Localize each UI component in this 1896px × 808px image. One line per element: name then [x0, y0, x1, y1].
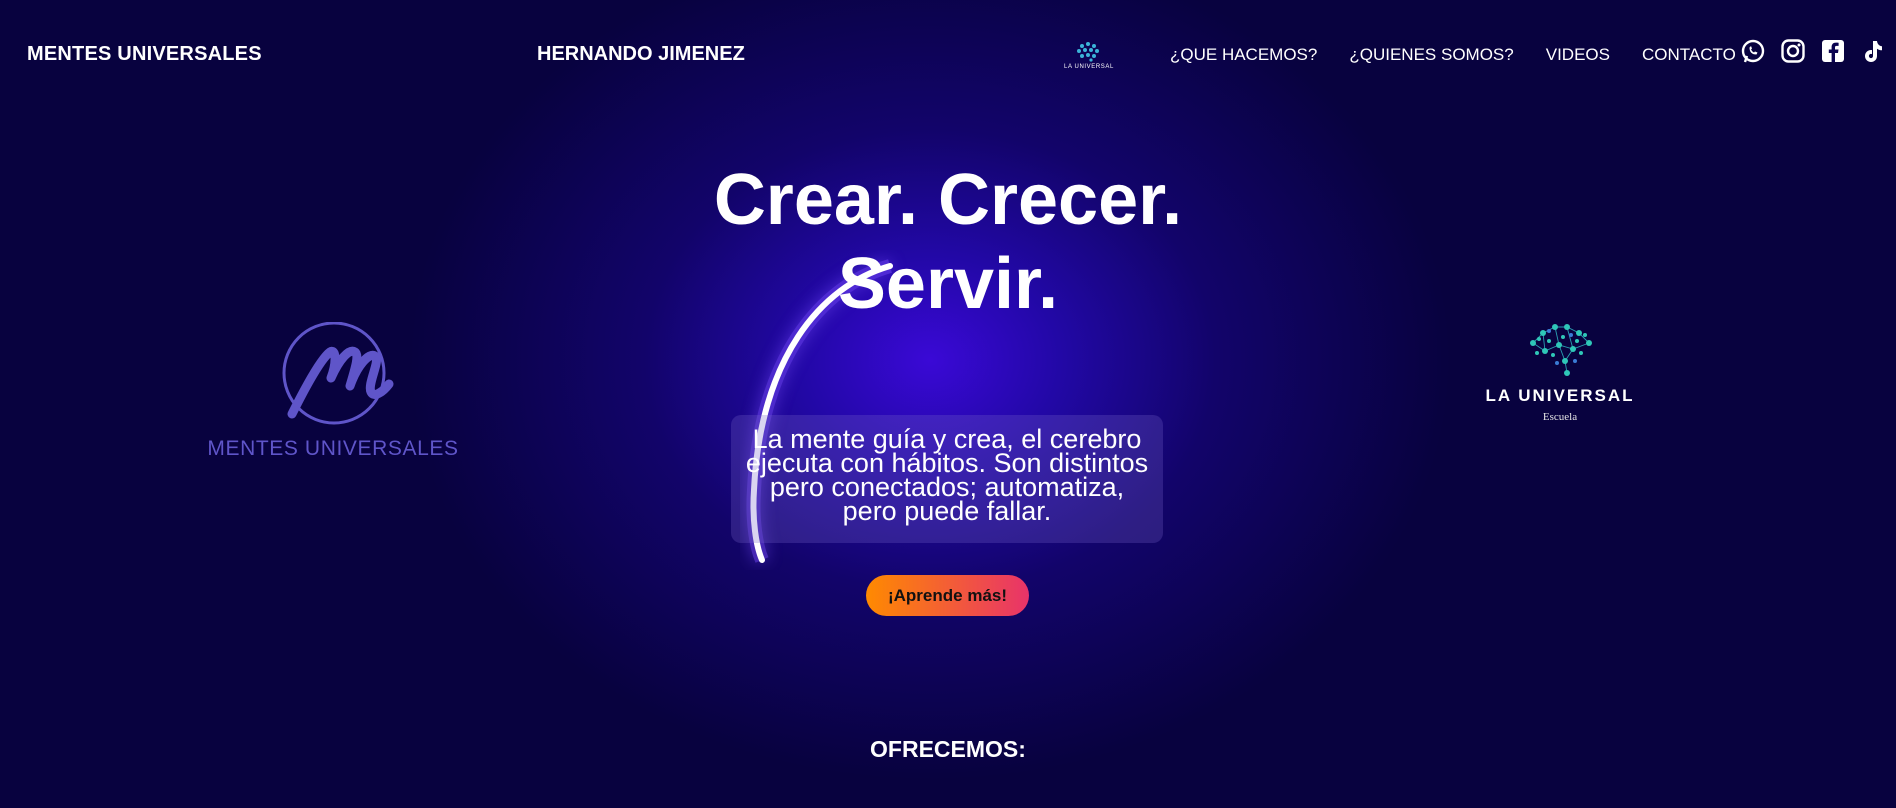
whatsapp-icon[interactable]: [1740, 38, 1766, 64]
facebook-icon[interactable]: [1820, 38, 1846, 64]
hero-title: Crear. Crecer. Servir.: [0, 158, 1896, 326]
instagram-icon[interactable]: [1780, 38, 1806, 64]
tiktok-icon[interactable]: [1860, 38, 1886, 64]
logo-right-subtitle: Escuela: [1542, 411, 1578, 423]
brand-hernando-jimenez[interactable]: HERNANDO JIMENEZ: [537, 43, 745, 66]
nav-contacto[interactable]: CONTACTO: [1642, 45, 1736, 65]
hero-subtitle: La mente guía y crea, el cerebro ejecuta…: [731, 415, 1163, 543]
aprende-mas-button[interactable]: ¡Aprende más!: [866, 575, 1029, 616]
social-links: [1740, 38, 1886, 64]
nav-quienes-somos[interactable]: ¿QUIENES SOMOS?: [1349, 45, 1513, 65]
brand-mentes-universales[interactable]: MENTES UNIVERSALES: [27, 43, 262, 66]
main-nav: ¿QUE HACEMOS? ¿QUIENES SOMOS? VIDEOS CON…: [1170, 45, 1736, 65]
site-header: MENTES UNIVERSALES HERNANDO JIMENEZ LA U…: [0, 0, 1896, 106]
nav-videos[interactable]: VIDEOS: [1546, 45, 1610, 65]
nav-que-hacemos[interactable]: ¿QUE HACEMOS?: [1170, 45, 1317, 65]
mentes-universales-logo: MENTES UNIVERSALES: [197, 321, 469, 461]
section-title-ofrecemos: OFRECEMOS:: [870, 736, 1026, 762]
logo-left-text: MENTES UNIVERSALES: [207, 437, 459, 460]
hero-title-line-2: Servir.: [837, 244, 1059, 324]
m-monogram-icon: [282, 321, 394, 425]
la-universal-mini-logo[interactable]: LA UNIVERSAL: [1060, 40, 1118, 74]
hero-title-line-1: Crear. Crecer.: [713, 160, 1183, 240]
svg-text:LA UNIVERSAL: LA UNIVERSAL: [1064, 64, 1114, 70]
la-universal-logo: LA UNIVERSAL Escuela: [1480, 315, 1640, 423]
logo-right-name: LA UNIVERSAL: [1485, 386, 1635, 405]
